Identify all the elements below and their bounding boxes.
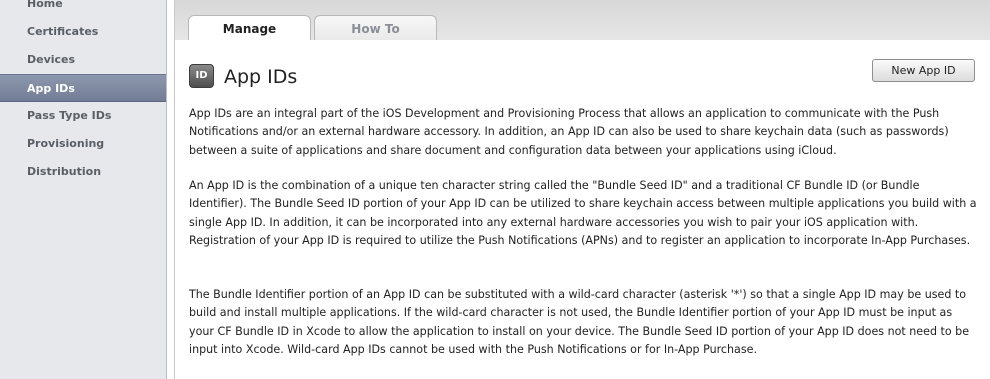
sidebar-item-pass-type-ids[interactable]: Pass Type IDs: [0, 102, 166, 130]
tab-how-to[interactable]: How To: [314, 15, 437, 41]
sidebar: Home Certificates Devices App IDs Pass T…: [0, 0, 167, 379]
tab-manage[interactable]: Manage: [188, 15, 311, 42]
description-paragraph-1: App IDs are an integral part of the iOS …: [189, 107, 949, 157]
sidebar-item-home[interactable]: Home: [0, 0, 166, 18]
description-paragraph-3: The Bundle Identifier portion of an App …: [189, 288, 970, 356]
sidebar-item-provisioning[interactable]: Provisioning: [0, 130, 166, 158]
sidebar-item-distribution[interactable]: Distribution: [0, 158, 166, 186]
new-app-id-button[interactable]: New App ID: [872, 59, 975, 82]
sidebar-item-certificates[interactable]: Certificates: [0, 18, 166, 46]
main-content: ID App IDs New App ID App IDs are an int…: [174, 40, 990, 379]
description-paragraph-2: An App ID is the combination of a unique…: [189, 179, 977, 247]
sidebar-item-devices[interactable]: Devices: [0, 46, 166, 74]
app-id-icon: ID: [189, 64, 214, 88]
page-title: App IDs: [224, 66, 298, 88]
sidebar-item-app-ids[interactable]: App IDs: [0, 74, 166, 102]
tab-bar: Manage How To: [174, 0, 990, 42]
